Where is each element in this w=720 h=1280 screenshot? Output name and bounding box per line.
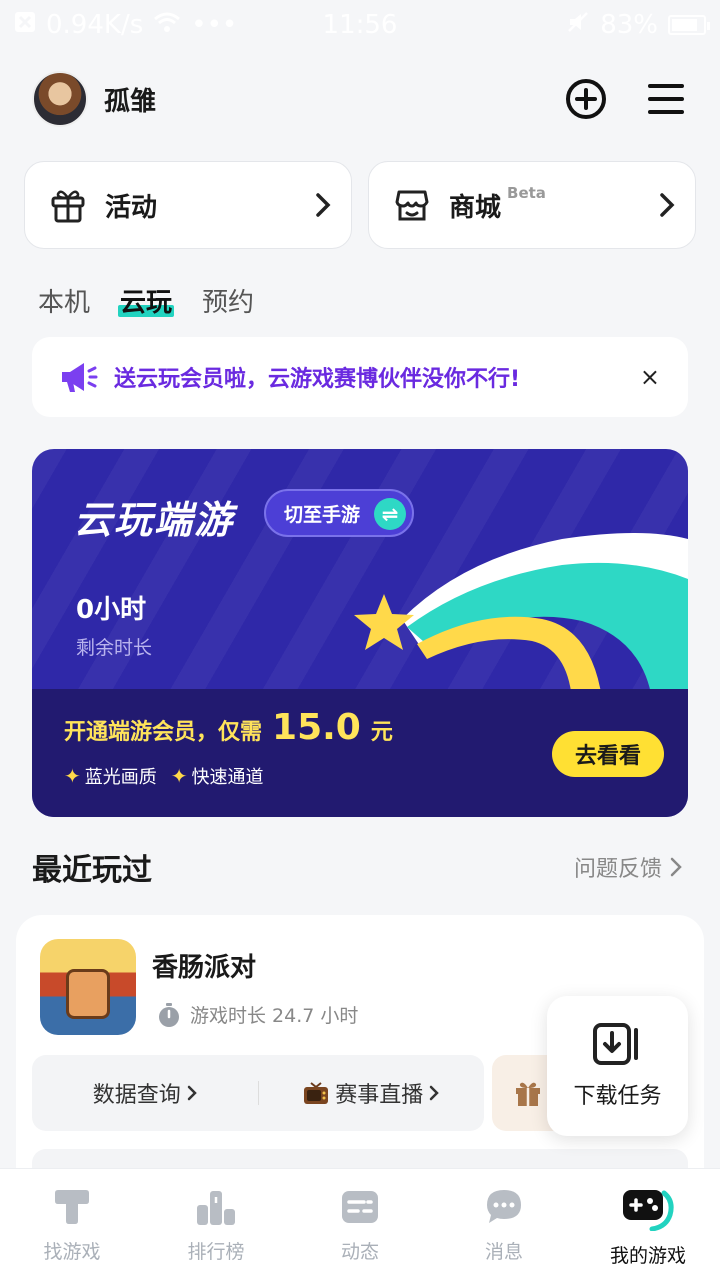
tabbar-label: 消息 — [484, 1241, 523, 1263]
beta-badge: Beta — [507, 184, 546, 202]
data-query-button[interactable]: 数据查询 — [32, 1077, 258, 1109]
my-games-icon — [623, 1190, 674, 1231]
store-label: 商城 — [449, 192, 502, 223]
notice-text: 送云玩会员啦，云游戏赛博伙伴没你不行! — [114, 367, 521, 392]
status-bar: 0.94K/s ••• 11:56 83% — [0, 0, 720, 50]
playtime-text: 游戏时长 24.7 小时 — [190, 1005, 359, 1027]
activity-label: 活动 — [105, 192, 158, 223]
data-query-label: 数据查询 — [92, 1083, 181, 1108]
chevron-right-icon — [660, 193, 675, 217]
activity-card[interactable]: 活动 — [24, 161, 352, 249]
feedback-link[interactable]: 问题反馈 — [574, 851, 682, 883]
promo-notice[interactable]: 送云玩会员啦，云游戏赛博伙伴没你不行! × — [32, 337, 688, 417]
ranking-icon — [197, 1191, 235, 1225]
tabbar-label: 动态 — [340, 1241, 379, 1263]
download-tasks-button[interactable]: 下载任务 — [547, 996, 688, 1136]
tv-icon — [304, 1082, 329, 1104]
tabbar-item-my-games[interactable]: 我的游戏 — [576, 1169, 720, 1280]
chevron-right-icon — [430, 1085, 440, 1101]
menu-icon — [648, 84, 684, 114]
download-label: 下载任务 — [573, 1084, 662, 1109]
feed-icon — [342, 1191, 378, 1223]
tabbar-item-feed[interactable]: 动态 — [288, 1169, 432, 1280]
status-time: 11:56 — [322, 10, 398, 40]
tabbar-item-find-game[interactable]: 找游戏 — [0, 1169, 144, 1280]
avatar[interactable] — [32, 71, 88, 127]
close-icon[interactable]: × — [640, 363, 660, 391]
battery-icon — [668, 15, 710, 35]
gift-icon — [516, 1082, 540, 1106]
perk-list: ✦ 蓝光画质 ✦ 快速通道 — [64, 763, 264, 789]
megaphone-icon — [62, 363, 98, 392]
offer-unit: 元 — [370, 720, 393, 745]
perk-item: ✦ 快速通道 — [171, 763, 264, 789]
remaining-hours: 0小时 — [76, 595, 147, 625]
chevron-right-icon — [670, 857, 682, 877]
tabbar-label: 找游戏 — [43, 1241, 101, 1263]
game-source-tabs: 本机 云玩 预约 — [38, 282, 254, 319]
offer-line: 开通端游会员，仅需 15.0 元 — [64, 707, 393, 748]
playtime: 游戏时长 24.7 小时 — [156, 1001, 358, 1028]
game-icon[interactable] — [40, 939, 136, 1035]
cloud-pc-banner[interactable]: 云玩端游 切至手游 ⇌ 0小时 剩余时长 开通端游会员，仅需 15.0 元 ✦ 蓝… — [32, 449, 688, 817]
perk-item: ✦ 蓝光画质 — [64, 763, 157, 789]
tab-reservation[interactable]: 预约 — [202, 282, 254, 319]
tabbar-label: 排行榜 — [187, 1241, 245, 1263]
plus-circle-icon — [566, 79, 606, 119]
sparkle-icon: ✦ — [170, 764, 188, 788]
offer-price: 15.0 — [272, 707, 361, 748]
game-name[interactable]: 香肠派对 — [152, 947, 256, 984]
menu-button[interactable] — [644, 77, 688, 121]
banner-title: 云玩端游 — [74, 498, 235, 542]
message-icon — [487, 1190, 521, 1223]
membership-offer: 开通端游会员，仅需 15.0 元 ✦ 蓝光画质 ✦ 快速通道 去看看 — [32, 689, 688, 817]
find-game-icon — [55, 1190, 89, 1224]
perk-label: 蓝光画质 — [84, 767, 157, 788]
offer-prefix: 开通端游会员，仅需 — [64, 720, 263, 745]
profile-header: 孤雏 — [32, 70, 688, 128]
store-icon — [395, 190, 429, 221]
chevron-right-icon — [187, 1085, 197, 1101]
add-button[interactable] — [564, 77, 608, 121]
perk-label: 快速通道 — [191, 767, 264, 788]
section-title: 最近玩过 — [32, 853, 152, 888]
bottom-tab-bar: 找游戏 排行榜 动态 消息 我的游戏 — [0, 1168, 720, 1280]
store-card[interactable]: 商城 Beta — [368, 161, 696, 249]
feedback-label: 问题反馈 — [573, 857, 662, 882]
view-offer-button[interactable]: 去看看 — [552, 731, 664, 777]
gift-icon — [51, 190, 85, 223]
tabbar-label: 我的游戏 — [609, 1245, 686, 1267]
tab-cloud[interactable]: 云玩 — [118, 282, 175, 319]
stopwatch-icon — [159, 1002, 179, 1027]
shooting-star-illustration — [354, 533, 688, 699]
remaining-label: 剩余时长 — [76, 637, 153, 659]
live-match-button[interactable]: 赛事直播 — [259, 1077, 485, 1109]
tabbar-item-ranking[interactable]: 排行榜 — [144, 1169, 288, 1280]
username[interactable]: 孤雏 — [104, 81, 156, 118]
chevron-right-icon — [316, 193, 331, 217]
sparkle-icon: ✦ — [64, 764, 81, 788]
game-actions: 数据查询 赛事直播 — [32, 1055, 484, 1131]
live-match-label: 赛事直播 — [335, 1083, 424, 1108]
tab-local[interactable]: 本机 — [38, 282, 90, 319]
tabbar-item-messages[interactable]: 消息 — [432, 1169, 576, 1280]
download-icon — [592, 1023, 638, 1065]
